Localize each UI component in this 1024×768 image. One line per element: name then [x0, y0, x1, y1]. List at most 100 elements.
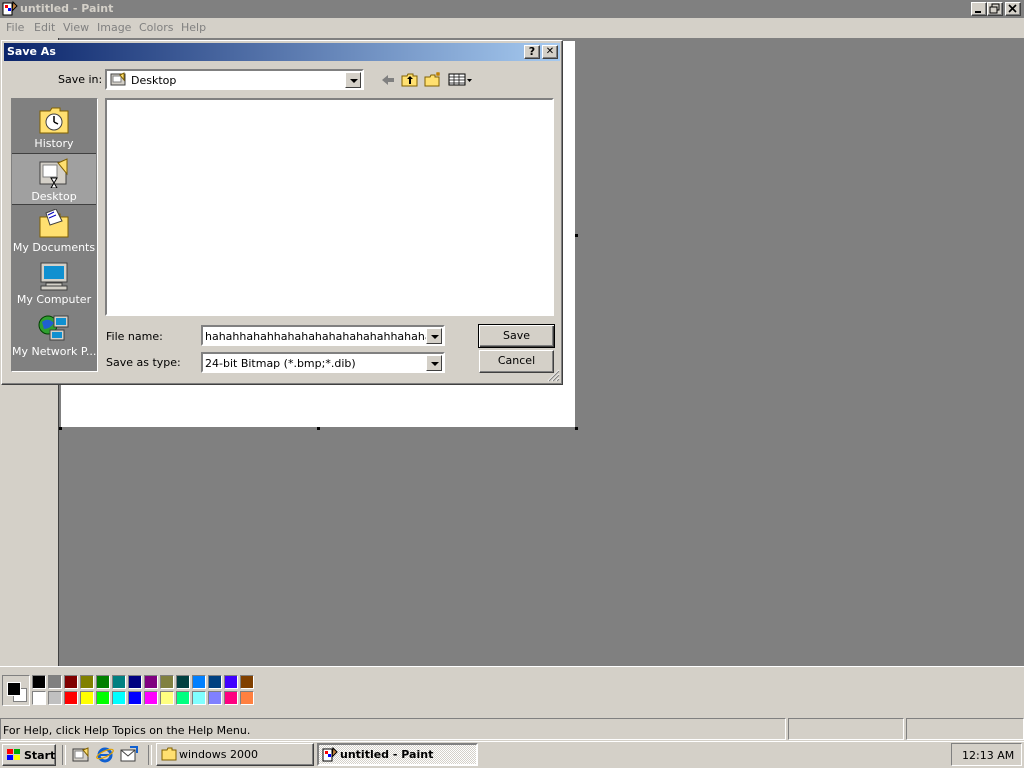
- save-button[interactable]: Save: [478, 324, 555, 348]
- palette-swatch[interactable]: [32, 675, 46, 689]
- places-history[interactable]: History: [12, 101, 96, 153]
- places-my-network-label: My Network P...: [12, 345, 97, 358]
- primary-color[interactable]: [7, 682, 21, 696]
- save-in-dropdown-button[interactable]: [345, 72, 361, 88]
- windows-logo-icon: [6, 748, 22, 762]
- up-folder-icon[interactable]: [401, 71, 419, 88]
- save-in-value: Desktop: [131, 74, 177, 87]
- palette-swatch[interactable]: [64, 691, 78, 705]
- palette-swatch[interactable]: [80, 691, 94, 705]
- palette-swatch[interactable]: [224, 675, 238, 689]
- start-label: Start: [24, 749, 56, 762]
- history-icon: [38, 105, 70, 135]
- menu-edit[interactable]: Edit: [34, 21, 55, 34]
- palette-swatch[interactable]: [96, 691, 110, 705]
- dialog-close-button[interactable]: ✕: [542, 45, 558, 59]
- resize-handle-right[interactable]: [575, 234, 578, 237]
- palette-swatch[interactable]: [80, 675, 94, 689]
- task-windows-2000[interactable]: windows 2000: [156, 743, 314, 766]
- file-name-input[interactable]: hahahhahahhahahahahahahahahhahahahaha: [205, 330, 427, 343]
- desktop-icon: [110, 72, 126, 88]
- menu-view[interactable]: View: [63, 21, 89, 34]
- places-my-documents-label: My Documents: [12, 241, 96, 254]
- desktop-places-icon: [38, 158, 70, 189]
- dialog-title: Save As: [7, 45, 56, 58]
- places-my-computer[interactable]: My Computer: [12, 257, 96, 309]
- palette-swatch[interactable]: [112, 675, 126, 689]
- save-as-type-select[interactable]: 24-bit Bitmap (*.bmp;*.dib): [201, 352, 445, 373]
- view-menu-icon[interactable]: [448, 71, 474, 88]
- network-places-icon: [38, 313, 70, 343]
- menu-file[interactable]: File: [6, 21, 24, 34]
- palette-swatch[interactable]: [48, 691, 62, 705]
- palette-swatch[interactable]: [240, 691, 254, 705]
- restore-button[interactable]: [987, 2, 1003, 16]
- dialog-title-bar[interactable]: Save As ? ✕: [4, 43, 560, 61]
- palette-swatch[interactable]: [192, 691, 206, 705]
- palette-swatch[interactable]: [176, 675, 190, 689]
- palette-swatch[interactable]: [224, 691, 238, 705]
- palette-swatch[interactable]: [32, 691, 46, 705]
- resize-handle-corner[interactable]: [575, 427, 578, 430]
- palette-swatch[interactable]: [160, 675, 174, 689]
- menu-help[interactable]: Help: [181, 21, 206, 34]
- task-untitled-paint-label: untitled - Paint: [340, 748, 434, 761]
- places-my-documents[interactable]: My Documents: [12, 205, 96, 257]
- palette-swatch[interactable]: [208, 675, 222, 689]
- clock[interactable]: 12:13 AM: [962, 749, 1014, 762]
- quicklaunch-divider-2: [148, 745, 152, 765]
- system-tray: 12:13 AM: [951, 743, 1022, 766]
- palette-swatch[interactable]: [192, 675, 206, 689]
- places-my-network[interactable]: My Network P...: [12, 309, 96, 361]
- palette-swatch[interactable]: [128, 675, 142, 689]
- back-icon[interactable]: [379, 72, 397, 88]
- help-button[interactable]: ?: [524, 45, 540, 59]
- palette-swatch[interactable]: [112, 691, 126, 705]
- status-coord-pane: [788, 718, 904, 740]
- places-history-label: History: [34, 137, 74, 150]
- palette-swatch[interactable]: [144, 691, 158, 705]
- task-untitled-paint[interactable]: untitled - Paint: [317, 743, 478, 766]
- internet-explorer-icon[interactable]: [96, 746, 114, 764]
- minimize-button[interactable]: [971, 2, 987, 16]
- new-folder-icon[interactable]: [424, 71, 442, 88]
- my-computer-icon: [38, 261, 70, 291]
- palette-swatch[interactable]: [64, 675, 78, 689]
- status-size-pane: [906, 718, 1024, 740]
- outlook-express-icon[interactable]: [120, 746, 138, 764]
- save-button-label: Save: [502, 329, 530, 342]
- palette-swatch[interactable]: [176, 691, 190, 705]
- task-windows-2000-label: windows 2000: [179, 748, 258, 761]
- file-list-view[interactable]: [105, 98, 554, 316]
- close-icon: ✕: [545, 46, 555, 57]
- palette-swatch[interactable]: [160, 691, 174, 705]
- palette-swatch[interactable]: [144, 675, 158, 689]
- help-icon: ?: [528, 45, 536, 58]
- palette-swatch[interactable]: [96, 675, 110, 689]
- status-text: For Help, click Help Topics on the Help …: [3, 724, 251, 737]
- menu-image[interactable]: Image: [97, 21, 131, 34]
- palette-swatch[interactable]: [48, 675, 62, 689]
- file-name-combobox[interactable]: hahahhahahhahahahahahahahahhahahahaha: [201, 325, 445, 346]
- current-colors[interactable]: [2, 675, 30, 706]
- app-title-bar[interactable]: untitled - Paint: [0, 0, 1024, 18]
- palette-swatch[interactable]: [128, 691, 142, 705]
- save-as-type-dropdown-button[interactable]: [426, 355, 442, 371]
- palette-swatch[interactable]: [208, 691, 222, 705]
- save-in-label: Save in:: [58, 73, 103, 86]
- size-grip-icon[interactable]: [547, 369, 560, 382]
- folder-icon: [161, 747, 177, 761]
- menu-colors[interactable]: Colors: [139, 21, 173, 34]
- palette-swatch[interactable]: [240, 675, 254, 689]
- save-in-combobox[interactable]: Desktop: [105, 69, 364, 90]
- app-title: untitled - Paint: [20, 2, 114, 15]
- cancel-button[interactable]: Cancel: [479, 350, 554, 373]
- close-button[interactable]: [1005, 2, 1021, 16]
- resize-handle-bottom[interactable]: [317, 427, 320, 430]
- status-bar: For Help, click Help Topics on the Help …: [0, 717, 1024, 741]
- paint-app-icon: [2, 0, 18, 17]
- places-desktop[interactable]: Desktop: [12, 153, 96, 205]
- file-name-dropdown-button[interactable]: [426, 328, 442, 344]
- start-button[interactable]: Start: [2, 744, 56, 766]
- show-desktop-icon[interactable]: [72, 746, 90, 764]
